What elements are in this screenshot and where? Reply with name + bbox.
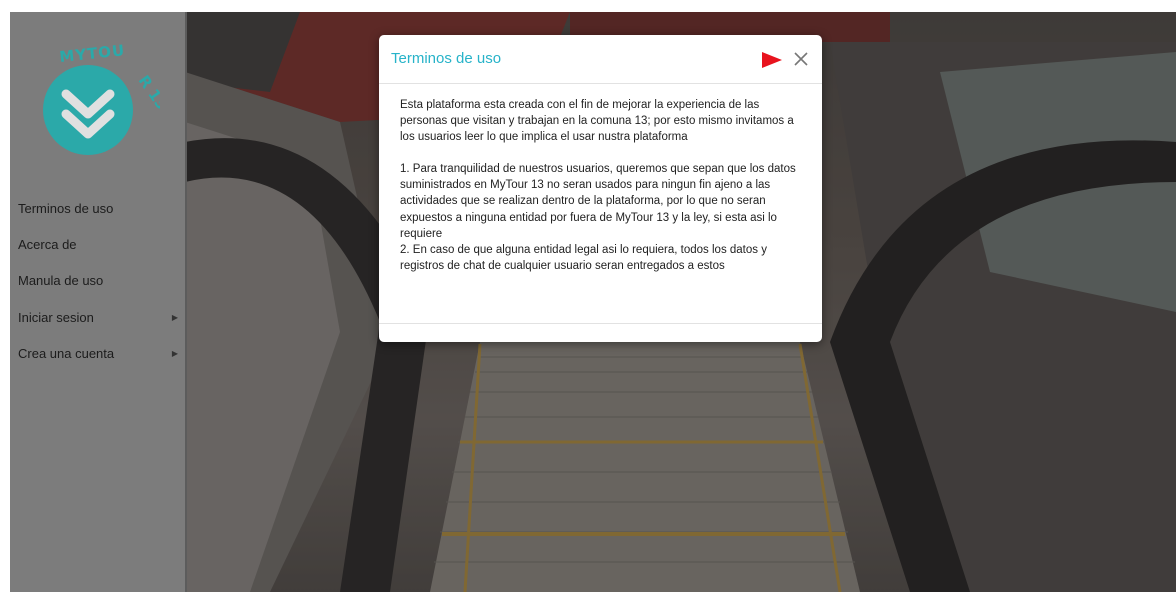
sidebar-item-crear-cuenta[interactable]: Crea una cuenta ▶ xyxy=(18,342,178,366)
sidebar: MYTOU R 13 Terminos de uso Acerca de Man… xyxy=(10,12,187,592)
sidebar-item-label: Manula de uso xyxy=(18,273,104,288)
modal-footer xyxy=(379,323,822,342)
sidebar-item-label: Iniciar sesion xyxy=(18,310,94,325)
sidebar-item-label: Acerca de xyxy=(18,237,77,252)
modal-body: Esta plataforma esta creada con el fin d… xyxy=(400,97,805,274)
terms-intro: Esta plataforma esta creada con el fin d… xyxy=(400,99,794,144)
sidebar-item-label: Crea una cuenta xyxy=(18,346,115,361)
caret-right-icon: ▶ xyxy=(171,349,178,358)
svg-text:MYTOU: MYTOU xyxy=(59,41,126,66)
sidebar-item-terminos[interactable]: Terminos de uso xyxy=(18,197,178,221)
sidebar-item-acerca[interactable]: Acerca de xyxy=(18,233,178,257)
terms-modal: Terminos de uso Esta plataforma esta cre… xyxy=(379,35,822,342)
modal-header: Terminos de uso xyxy=(379,35,822,84)
caret-right-icon: ▶ xyxy=(171,313,178,322)
close-icon[interactable] xyxy=(792,50,810,68)
terms-item: 1. Para tranquilidad de nuestros usuario… xyxy=(400,163,796,240)
terms-item: 2. En caso de que alguna entidad legal a… xyxy=(400,243,767,272)
flag-icon[interactable] xyxy=(762,52,782,68)
modal-title: Terminos de uso xyxy=(391,50,502,67)
sidebar-item-iniciar-sesion[interactable]: Iniciar sesion ▶ xyxy=(18,306,178,330)
mytour-logo: MYTOU R 13 xyxy=(30,32,171,172)
sidebar-item-label: Terminos de uso xyxy=(18,201,114,216)
svg-text:R 13: R 13 xyxy=(135,72,160,113)
sidebar-item-manual[interactable]: Manula de uso xyxy=(18,269,178,293)
